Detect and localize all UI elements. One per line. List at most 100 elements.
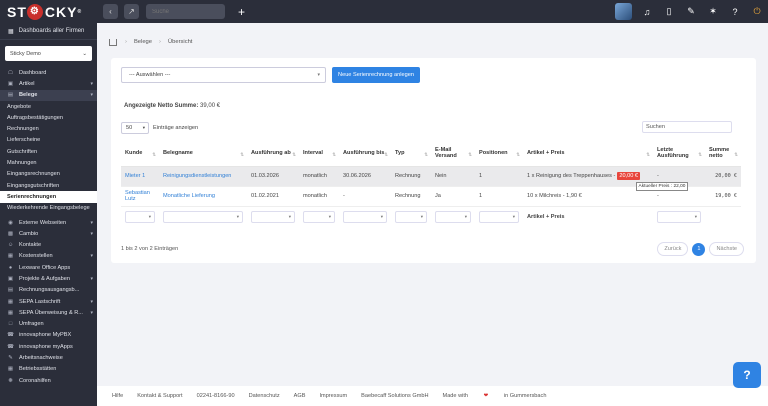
sidebar-item-projekte[interactable]: ▣ Projekte & Aufgaben ▾ (0, 273, 97, 284)
filter-kunde[interactable]: ▾ (125, 211, 155, 224)
sort-icon: ⇅ (698, 151, 702, 157)
sidebar-item-cambio[interactable]: ▩ Cambio ▾ (0, 228, 97, 239)
settings-icon[interactable]: ✶ (702, 0, 724, 23)
sidebar-sub-eingangsgutschriften[interactable]: Eingangsgutschriften (0, 180, 97, 191)
sidebar-item-sepa-lastschrift[interactable]: ▦ SEPA Lastschrift ▾ (0, 296, 97, 307)
kunde-link[interactable]: Mieter 1 (125, 173, 145, 179)
sidebar-sub-auftragsbestaetigungen[interactable]: Auftragsbestätigungen (0, 112, 97, 123)
logo-tm: ® (77, 8, 83, 15)
sidebar-sub-wiederkehrend[interactable]: Wiederkehrende Eingangsbelege (0, 203, 97, 214)
contacts-icon: ☺ (7, 242, 14, 249)
tablet-icon[interactable]: ▯ (658, 0, 680, 23)
main-card: --- Auswählen --- ▾ Neue Serienrechnung … (111, 58, 756, 263)
pen-icon[interactable]: ✎ (680, 0, 702, 23)
sidebar-item-myapps[interactable]: ☎ innovaphone myApps (0, 341, 97, 352)
belegname-link[interactable]: Reinigungsdienstleistungen (163, 173, 231, 179)
current-page-button[interactable]: 1 (692, 242, 706, 256)
sidebar-sub-angebote[interactable]: Angebote (0, 101, 97, 112)
footer-company[interactable]: Baebecaff Solutions GmbH (361, 393, 428, 399)
footer-phone[interactable]: 02241-8166-90 (197, 393, 235, 399)
filter-email[interactable]: ▾ (435, 211, 471, 224)
filter-ab[interactable]: ▾ (251, 211, 295, 224)
sidebar-item-arbeitsnachweise[interactable]: ✎ Arbeitsnachweise (0, 352, 97, 363)
sidebar-item-rechnungsausgang[interactable]: ▤ Rechnungsausgangsb... (0, 285, 97, 296)
sidebar-item-artikel[interactable]: ▣ Artikel ▾ (0, 78, 97, 89)
sidebar-sub-eingangsrechnungen[interactable]: Eingangsrechnungen (0, 169, 97, 180)
logo[interactable]: ST ⚙ CKY ® (0, 0, 96, 23)
search-input[interactable] (146, 4, 225, 19)
footer-link-impressum[interactable]: Impressum (319, 393, 347, 399)
breadcrumb-belege[interactable]: Belege (134, 39, 152, 45)
sidebar-sub-lieferscheine[interactable]: Lieferscheine (0, 135, 97, 146)
prev-page-button[interactable]: Zurück (657, 242, 689, 256)
sidebar-item-dashboard[interactable]: ☖ Dashboard (0, 67, 97, 78)
column-typ[interactable]: Typ ⇅ (391, 141, 431, 167)
document-icon: ▤ (7, 92, 14, 99)
power-icon[interactable]: ⏻ (746, 0, 768, 23)
phone-icon: ☎ (7, 332, 14, 339)
sidebar-item-mypbx[interactable]: ☎ innovaphone MyPBX (0, 330, 97, 341)
sidebar-item-kostenstellen[interactable]: ▦ Kostenstellen ▾ (0, 251, 97, 262)
sidebar-item-umfragen[interactable]: □ Umfragen (0, 319, 97, 330)
sidebar-item-sepa-ueberweisung[interactable]: ▦ SEPA Überweisung & R... ▾ (0, 307, 97, 318)
filter-belegname[interactable]: ▾ (163, 211, 243, 224)
sidebar-item-coronahilfen[interactable]: ❋ Coronahilfen (0, 375, 97, 386)
column-interval[interactable]: Interval ⇅ (299, 141, 339, 167)
sidebar-sub-serienrechnungen[interactable]: Serienrechnungen (0, 191, 97, 203)
column-belegname[interactable]: Belegname ⇅ (159, 141, 247, 167)
column-ausfuehrung-bis[interactable]: Ausführung bis ⇅ (339, 141, 391, 167)
column-letzte[interactable]: Letzte Ausführung ⇅ (653, 141, 705, 167)
new-serienrechnung-button[interactable]: Neue Serienrechnung anlegen (332, 67, 420, 83)
home-icon[interactable] (109, 38, 117, 46)
template-select[interactable]: --- Auswählen --- ▾ (121, 67, 326, 83)
sidebar: ▦ Dashboards aller Firmen Sticky Demo ⌄ … (0, 23, 97, 406)
sidebar-sub-rechnungen[interactable]: Rechnungen (0, 123, 97, 134)
filter-interval[interactable]: ▾ (303, 211, 335, 224)
chat-icon[interactable]: ? (733, 362, 761, 388)
project-icon: ▣ (7, 275, 14, 282)
column-positionen[interactable]: Positionen ⇅ (475, 141, 523, 167)
column-ausfuehrung-ab[interactable]: Ausführung ab ⇅ (247, 141, 299, 167)
filter-typ[interactable]: ▾ (395, 211, 427, 224)
sort-icon: ⇅ (332, 151, 336, 157)
sidebar-sub-mahnungen[interactable]: Mahnungen (0, 157, 97, 168)
back-icon[interactable]: ‹ (103, 4, 118, 19)
expand-icon[interactable]: ↗ (124, 4, 139, 19)
footer-link-hilfe[interactable]: Hilfe (112, 393, 123, 399)
entries-control: 50 ▾ Einträge anzeigen (121, 121, 198, 134)
table-info: 1 bis 2 von 2 Einträgen (121, 246, 179, 252)
entries-select[interactable]: 50 ▾ (121, 121, 149, 134)
chevron-down-icon: ▾ (90, 309, 93, 316)
company-select[interactable]: Sticky Demo ⌄ (5, 46, 92, 61)
kunde-link[interactable]: Sebastian Lutz (125, 190, 150, 202)
price-badge[interactable]: 20,00 € (617, 172, 640, 180)
footer-link-kontakt[interactable]: Kontakt & Support (137, 393, 182, 399)
help-icon[interactable]: ? (724, 0, 746, 23)
column-summe[interactable]: Summe netto ⇅ (705, 141, 741, 167)
sidebar-item-externe-webseiten[interactable]: ◉ Externe Webseiten ▾ (0, 217, 97, 228)
avatar[interactable] (615, 3, 632, 20)
add-button[interactable]: + (238, 5, 245, 19)
footer-link-agb[interactable]: AGB (294, 393, 306, 399)
filter-bis[interactable]: ▾ (343, 211, 387, 224)
chevron-down-icon: ▾ (288, 214, 291, 220)
filter-letzte[interactable]: ▾ (657, 211, 701, 224)
table-search-input[interactable]: Suchen (642, 121, 732, 133)
chevron-right-icon: › (159, 39, 161, 45)
sidebar-sub-gutschriften[interactable]: Gutschriften (0, 146, 97, 157)
chevron-down-icon: ▾ (90, 275, 93, 282)
column-kunde[interactable]: Kunde ⇅ (121, 141, 159, 167)
sidebar-dashboards[interactable]: ▦ Dashboards aller Firmen (0, 23, 97, 40)
sidebar-item-lexware[interactable]: ● Lexware Office Apps (0, 262, 97, 273)
column-artikel[interactable]: Artikel + Preis ⇅ (523, 141, 653, 167)
sidebar-item-betriebsstaetten[interactable]: ▦ Betriebsstätten (0, 364, 97, 375)
dashboard-icon: ▦ (8, 28, 14, 35)
filter-positionen[interactable]: ▾ (479, 211, 519, 224)
sidebar-item-belege[interactable]: ▤ Belege ▾ (0, 89, 97, 101)
footer-link-datenschutz[interactable]: Datenschutz (249, 393, 280, 399)
column-email[interactable]: E-Mail Versand ⇅ (431, 141, 475, 167)
bell-icon[interactable]: ♫ (636, 0, 658, 23)
sidebar-item-kontakte[interactable]: ☺ Kontakte (0, 239, 97, 250)
belegname-link[interactable]: Monatliche Lieferung (163, 193, 215, 199)
next-page-button[interactable]: Nächste (709, 242, 744, 256)
